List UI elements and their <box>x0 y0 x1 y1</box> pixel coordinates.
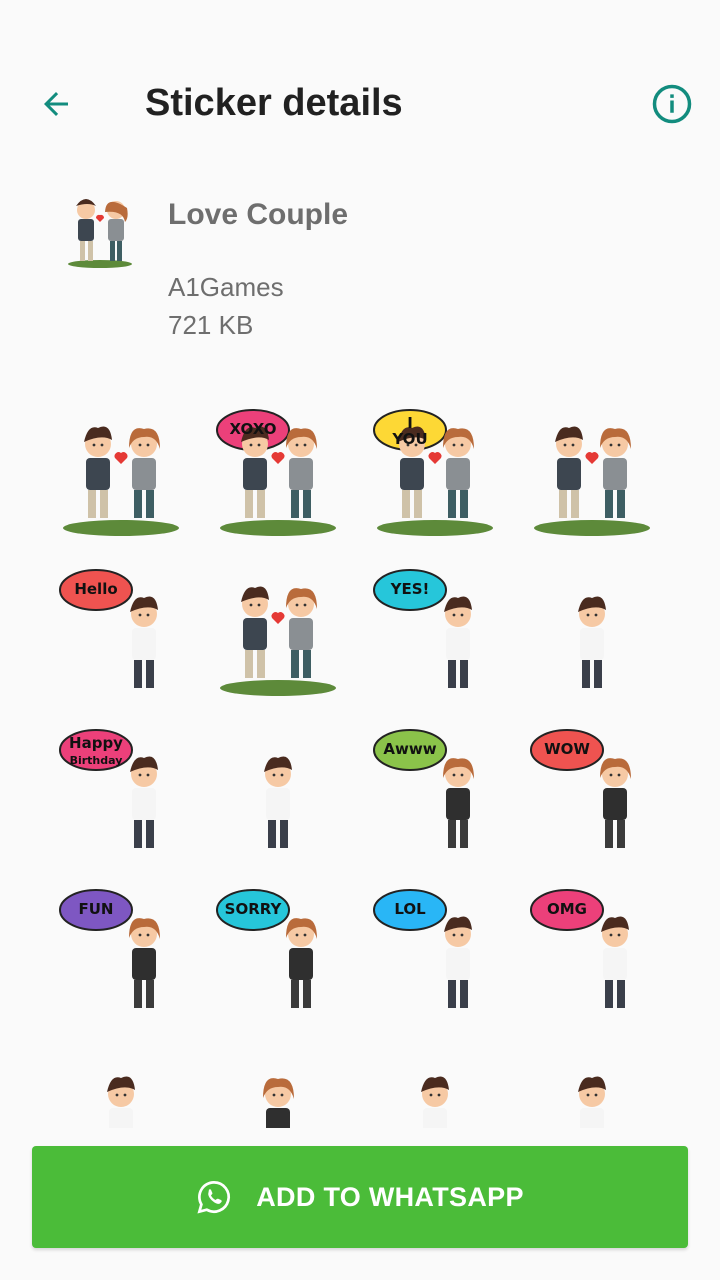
sticker-text: XOXO <box>229 420 276 438</box>
sticker-image: SORRY <box>215 889 317 1008</box>
add-to-whatsapp-label: ADD TO WHATSAPP <box>256 1181 524 1212</box>
sticker-couple-on-bench[interactable] <box>513 390 670 550</box>
sticker-image: IYOU <box>372 409 493 536</box>
sticker-image: Awww <box>372 729 474 848</box>
sticker-text: Birthday <box>69 754 122 767</box>
sticker-text: LOL <box>394 900 426 918</box>
sticker-image <box>263 756 292 848</box>
pack-name: Love Couple <box>168 198 349 231</box>
sticker-image: WOW <box>529 729 631 848</box>
sticker-girl-with-gift[interactable] <box>199 1030 356 1128</box>
sticker-text: FUN <box>78 900 113 918</box>
add-to-whatsapp-button[interactable]: ADD TO WHATSAPP <box>32 1146 688 1248</box>
back-button[interactable] <box>34 82 78 126</box>
sticker-image <box>62 426 179 536</box>
app-bar: Sticker details <box>0 0 720 210</box>
whatsapp-icon <box>197 1181 231 1214</box>
sticker-lol-boy[interactable]: LOL <box>356 870 513 1030</box>
sticker-text: WOW <box>544 740 590 758</box>
sticker-text: Happy <box>69 734 123 752</box>
pack-size: 721 KB <box>168 310 254 340</box>
sticker-grid-viewport[interactable]: XOXO I YOU Hello YES! Happy Birthday Awww WOW FUN… <box>0 390 720 1128</box>
sticker-wow-girl-chair[interactable]: WOW <box>513 710 670 870</box>
sticker-happy-birthday-boy[interactable]: Happy Birthday <box>42 710 199 870</box>
sticker-boy-with-phone[interactable] <box>513 550 670 710</box>
sticker-boy-arms-up[interactable] <box>513 1030 670 1128</box>
sticker-text: Awww <box>383 740 436 758</box>
pack-header: Love Couple A1Games 721 KB <box>0 180 720 370</box>
info-button[interactable] <box>648 80 696 128</box>
sticker-fun-girl-laptop[interactable]: FUN <box>42 870 199 1030</box>
pack-publisher: A1Games <box>168 272 284 302</box>
sticker-image <box>219 586 336 696</box>
page-title: Sticker details <box>145 82 403 124</box>
sticker-image: LOL <box>372 889 472 1008</box>
sticker-image <box>420 1076 449 1128</box>
sticker-sorry-girl[interactable]: SORRY <box>199 870 356 1030</box>
info-circle-icon <box>652 84 692 124</box>
sticker-image <box>262 1078 294 1128</box>
sticker-boy-cheering[interactable] <box>356 1030 513 1128</box>
sticker-image: YES! <box>372 569 472 688</box>
sticker-image <box>533 426 650 536</box>
sticker-boy-standing[interactable] <box>42 1030 199 1128</box>
sticker-image <box>106 1076 135 1128</box>
sticker-hello-boy[interactable]: Hello <box>42 550 199 710</box>
sticker-text: YOU <box>391 430 427 448</box>
sticker-image <box>577 1076 606 1128</box>
pack-tray-icon <box>62 188 138 268</box>
sticker-yes-boy[interactable]: YES! <box>356 550 513 710</box>
sticker-image <box>577 596 606 688</box>
arrow-left-icon <box>44 92 68 116</box>
sticker-awww-girl-laptop[interactable]: Awww <box>356 710 513 870</box>
sticker-image: XOXO <box>215 409 336 536</box>
sticker-couple-at-table[interactable] <box>199 550 356 710</box>
sticker-text: OMG <box>547 900 587 918</box>
sticker-guitar-boy[interactable] <box>199 710 356 870</box>
sticker-text: Hello <box>74 580 117 598</box>
sticker-omg-boy[interactable]: OMG <box>513 870 670 1030</box>
sticker-image: FUN <box>58 889 160 1008</box>
sticker-text: SORRY <box>224 900 282 918</box>
sticker-grid: XOXO I YOU Hello YES! Happy Birthday Awww WOW FUN… <box>0 390 670 1128</box>
sticker-text: YES! <box>389 580 429 598</box>
sticker-image: OMG <box>529 889 629 1008</box>
sticker-i-love-you-couple[interactable]: I YOU <box>356 390 513 550</box>
sticker-couple-holding-hands[interactable] <box>42 390 199 550</box>
sticker-image: Hello <box>58 569 158 688</box>
sticker-image: Happy Birthday <box>58 729 158 848</box>
sticker-xoxo-guitar-couple[interactable]: XOXO <box>199 390 356 550</box>
